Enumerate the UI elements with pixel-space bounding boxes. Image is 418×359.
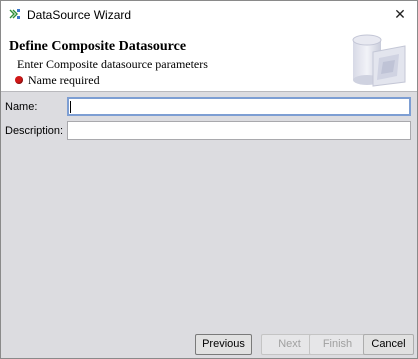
- error-icon: [15, 76, 23, 84]
- description-input[interactable]: [67, 121, 411, 140]
- finish-button[interactable]: Finish: [309, 334, 366, 355]
- page-title: Define Composite Datasource: [9, 39, 187, 54]
- description-row: Description:: [1, 121, 417, 141]
- name-label: Name:: [5, 101, 38, 113]
- window-title: DataSource Wizard: [27, 8, 132, 22]
- error-message: Name required: [15, 73, 100, 88]
- name-input[interactable]: [67, 97, 411, 116]
- page-subtitle: Enter Composite datasource parameters: [17, 57, 208, 71]
- description-label: Description:: [5, 125, 64, 137]
- close-button[interactable]: ✕: [383, 1, 417, 29]
- error-text: Name required: [28, 73, 100, 87]
- wizard-app-icon: [9, 9, 20, 19]
- cancel-button[interactable]: Cancel: [363, 334, 414, 355]
- wizard-header: Define Composite Datasource Enter Compos…: [1, 29, 417, 92]
- title-bar: DataSource Wizard ✕: [1, 1, 417, 29]
- previous-button[interactable]: Previous: [195, 334, 252, 355]
- close-icon: ✕: [394, 6, 406, 22]
- name-row: Name:: [1, 97, 417, 117]
- datasource-cylinder-icon: [352, 34, 406, 87]
- datasource-wizard-dialog: DataSource Wizard ✕ Define Composite Dat…: [0, 0, 418, 359]
- text-caret: [70, 101, 71, 113]
